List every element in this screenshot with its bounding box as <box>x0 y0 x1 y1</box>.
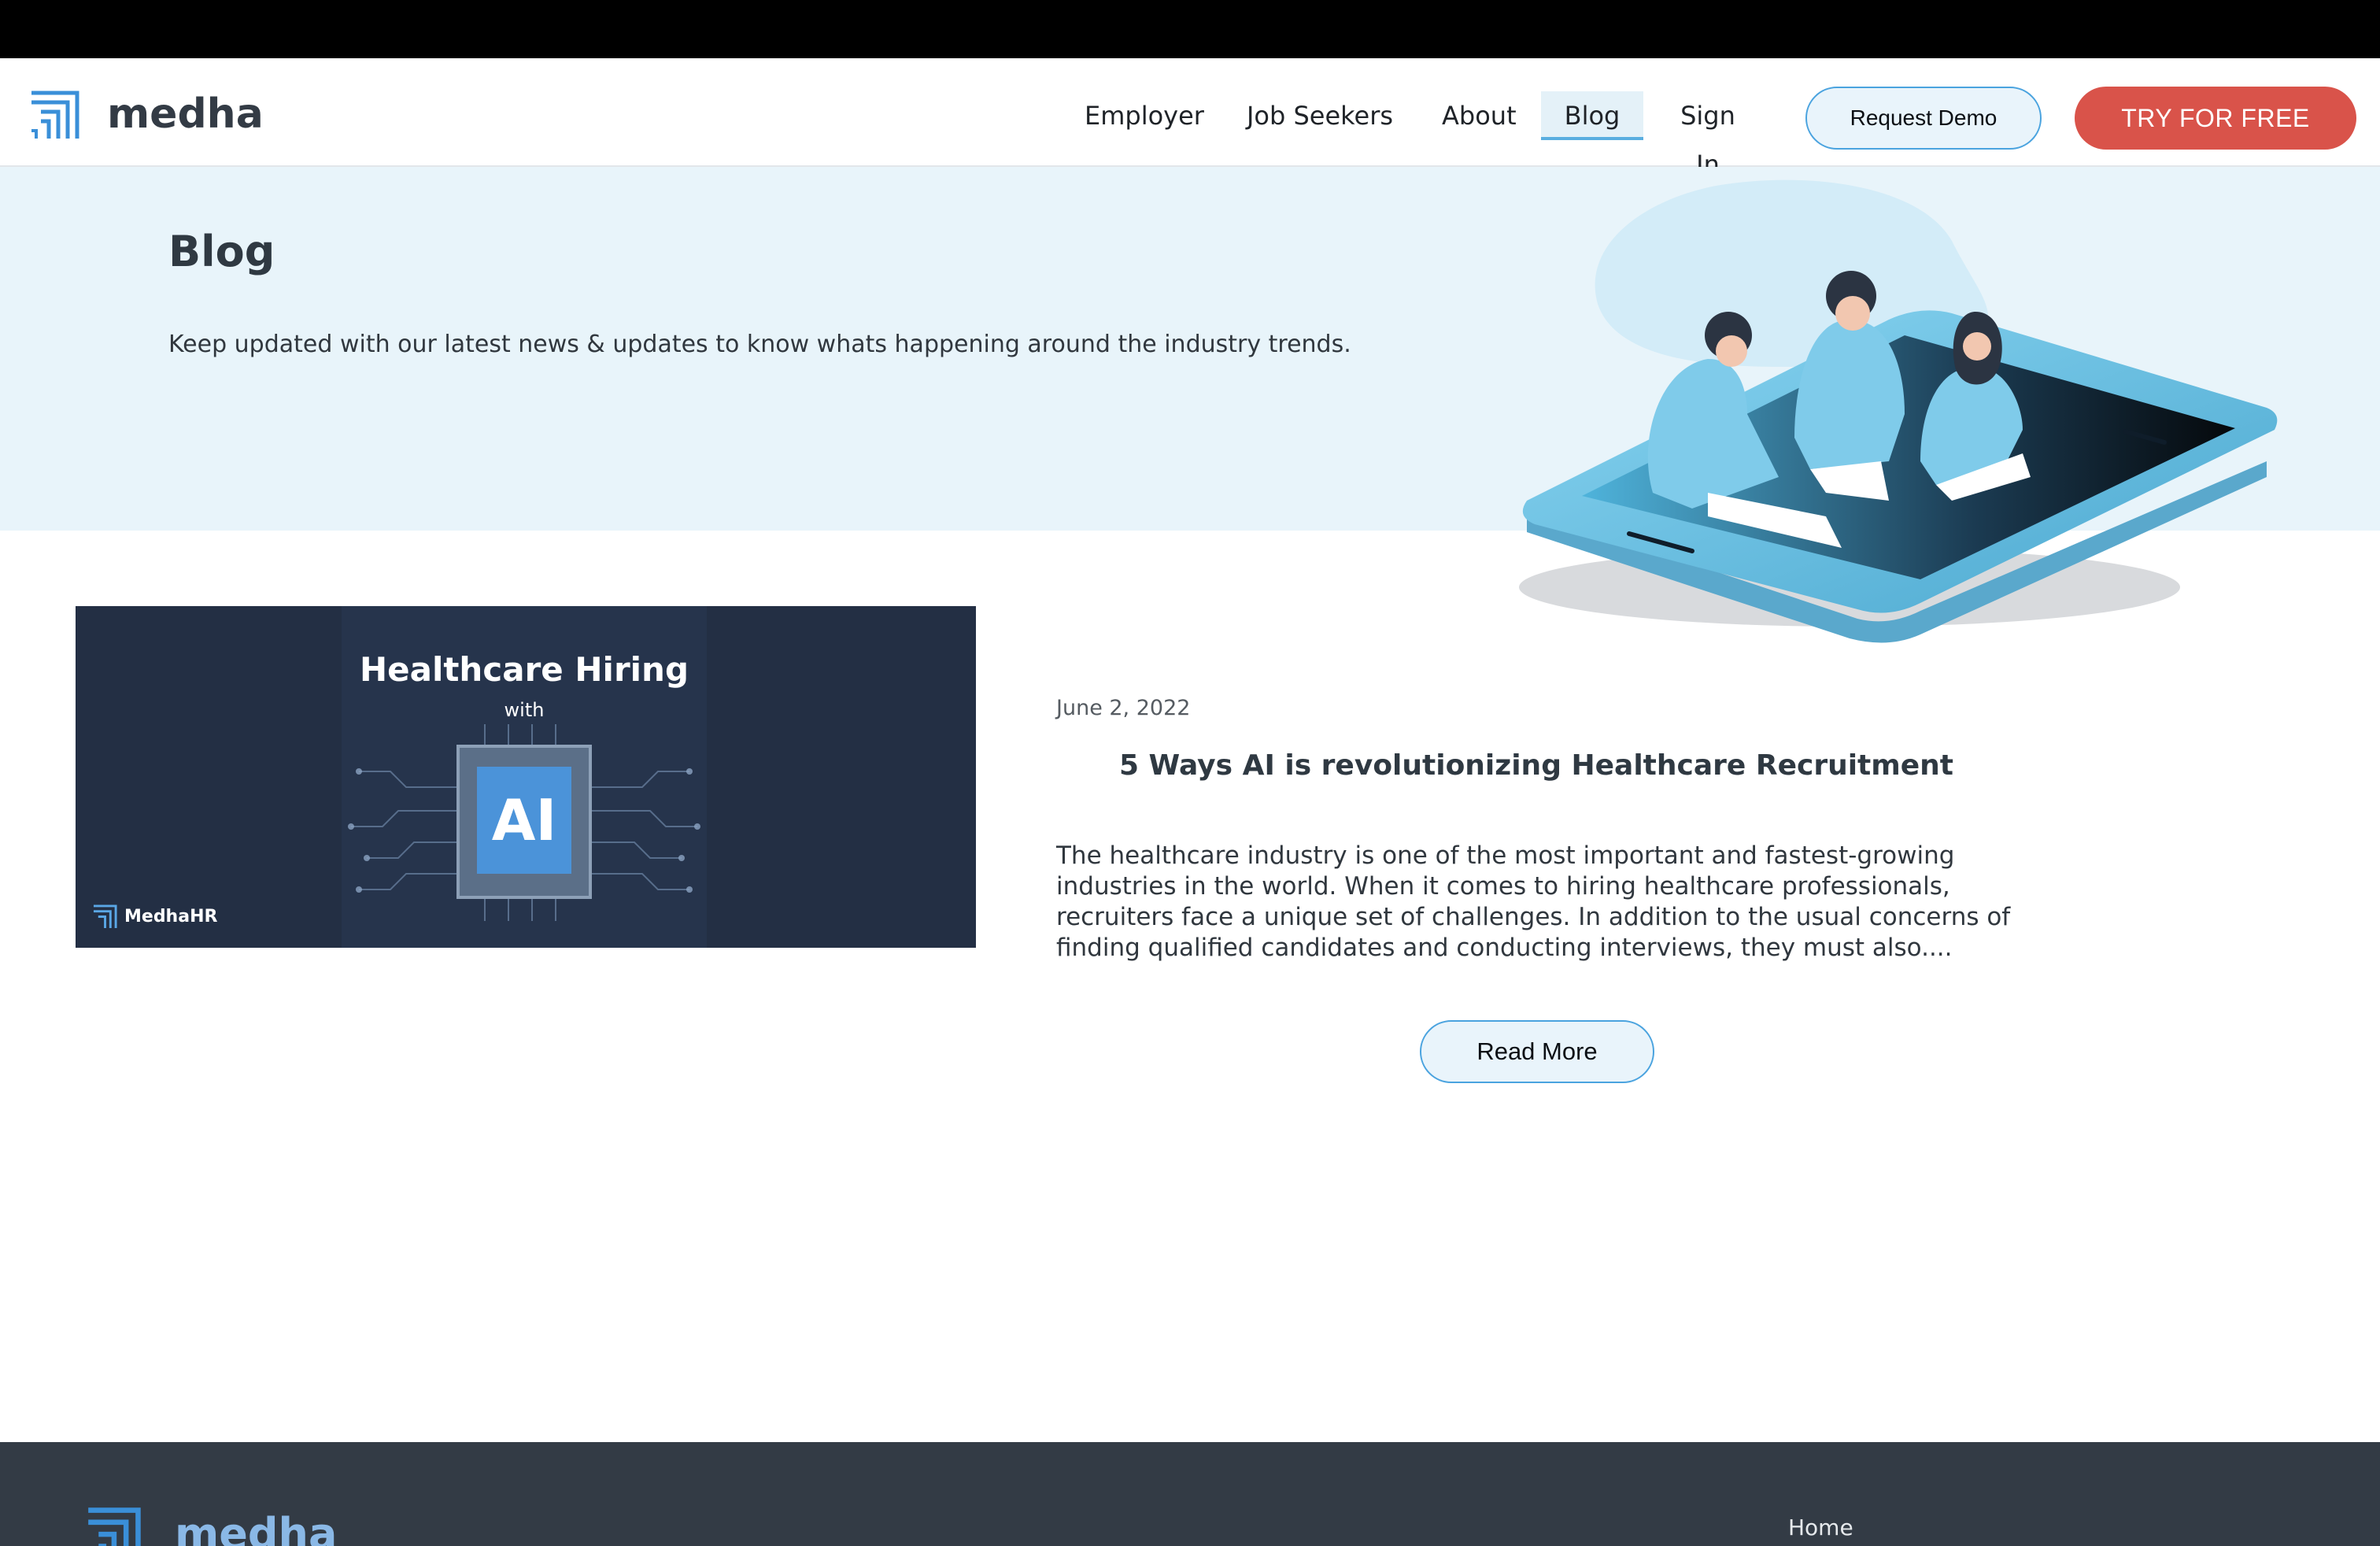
post-excerpt: The healthcare industry is one of the mo… <box>1056 841 2011 962</box>
browser-top-bar <box>0 0 2380 58</box>
request-demo-button[interactable]: Request Demo <box>1805 87 2042 150</box>
thumbnail-brand-text: MedhaHR <box>124 906 218 926</box>
thumbnail-with: with <box>504 699 545 721</box>
page-subtitle: Keep updated with our latest news & upda… <box>168 331 1351 358</box>
people-on-phone-illustration <box>1519 179 2278 643</box>
post-title[interactable]: 5 Ways AI is revolutionizing Healthcare … <box>1056 749 2016 782</box>
nav-sign-in[interactable]: Sign In <box>1669 91 1747 179</box>
post-thumbnail[interactable]: Healthcare Hiring with AI MedhaHR <box>76 606 976 948</box>
read-more-button[interactable]: Read More <box>1420 1020 1654 1083</box>
footer-home-link[interactable]: Home <box>1788 1515 1853 1540</box>
site-footer: medha Home <box>0 1442 2380 1546</box>
footer-medha-logo-icon <box>88 1507 141 1546</box>
footer-logo[interactable]: medha <box>87 1505 337 1546</box>
nav-job-seekers[interactable]: Job Seekers <box>1245 91 1395 140</box>
logo-text: medha <box>107 91 264 138</box>
thumbnail-title: Healthcare Hiring <box>359 650 689 689</box>
medhahr-logo-icon <box>93 904 117 929</box>
nav-blog[interactable]: Blog <box>1541 91 1643 140</box>
page-title: Blog <box>168 227 275 276</box>
page: medha Employer Job Seekers About Blog Si… <box>0 0 2380 1546</box>
nav-employer[interactable]: Employer <box>1085 91 1204 140</box>
nav-about[interactable]: About <box>1442 91 1517 140</box>
try-for-free-button[interactable]: TRY FOR FREE <box>2075 87 2356 150</box>
post-date: June 2, 2022 <box>1056 696 1191 720</box>
medha-logo-icon <box>31 90 80 139</box>
site-header: medha Employer Job Seekers About Blog Si… <box>0 58 2380 179</box>
footer-logo-text: medha <box>175 1508 338 1546</box>
logo-link[interactable]: medha <box>30 88 264 140</box>
ai-chip-label: AI <box>477 767 571 874</box>
thumbnail-brand: MedhaHR <box>93 904 217 929</box>
